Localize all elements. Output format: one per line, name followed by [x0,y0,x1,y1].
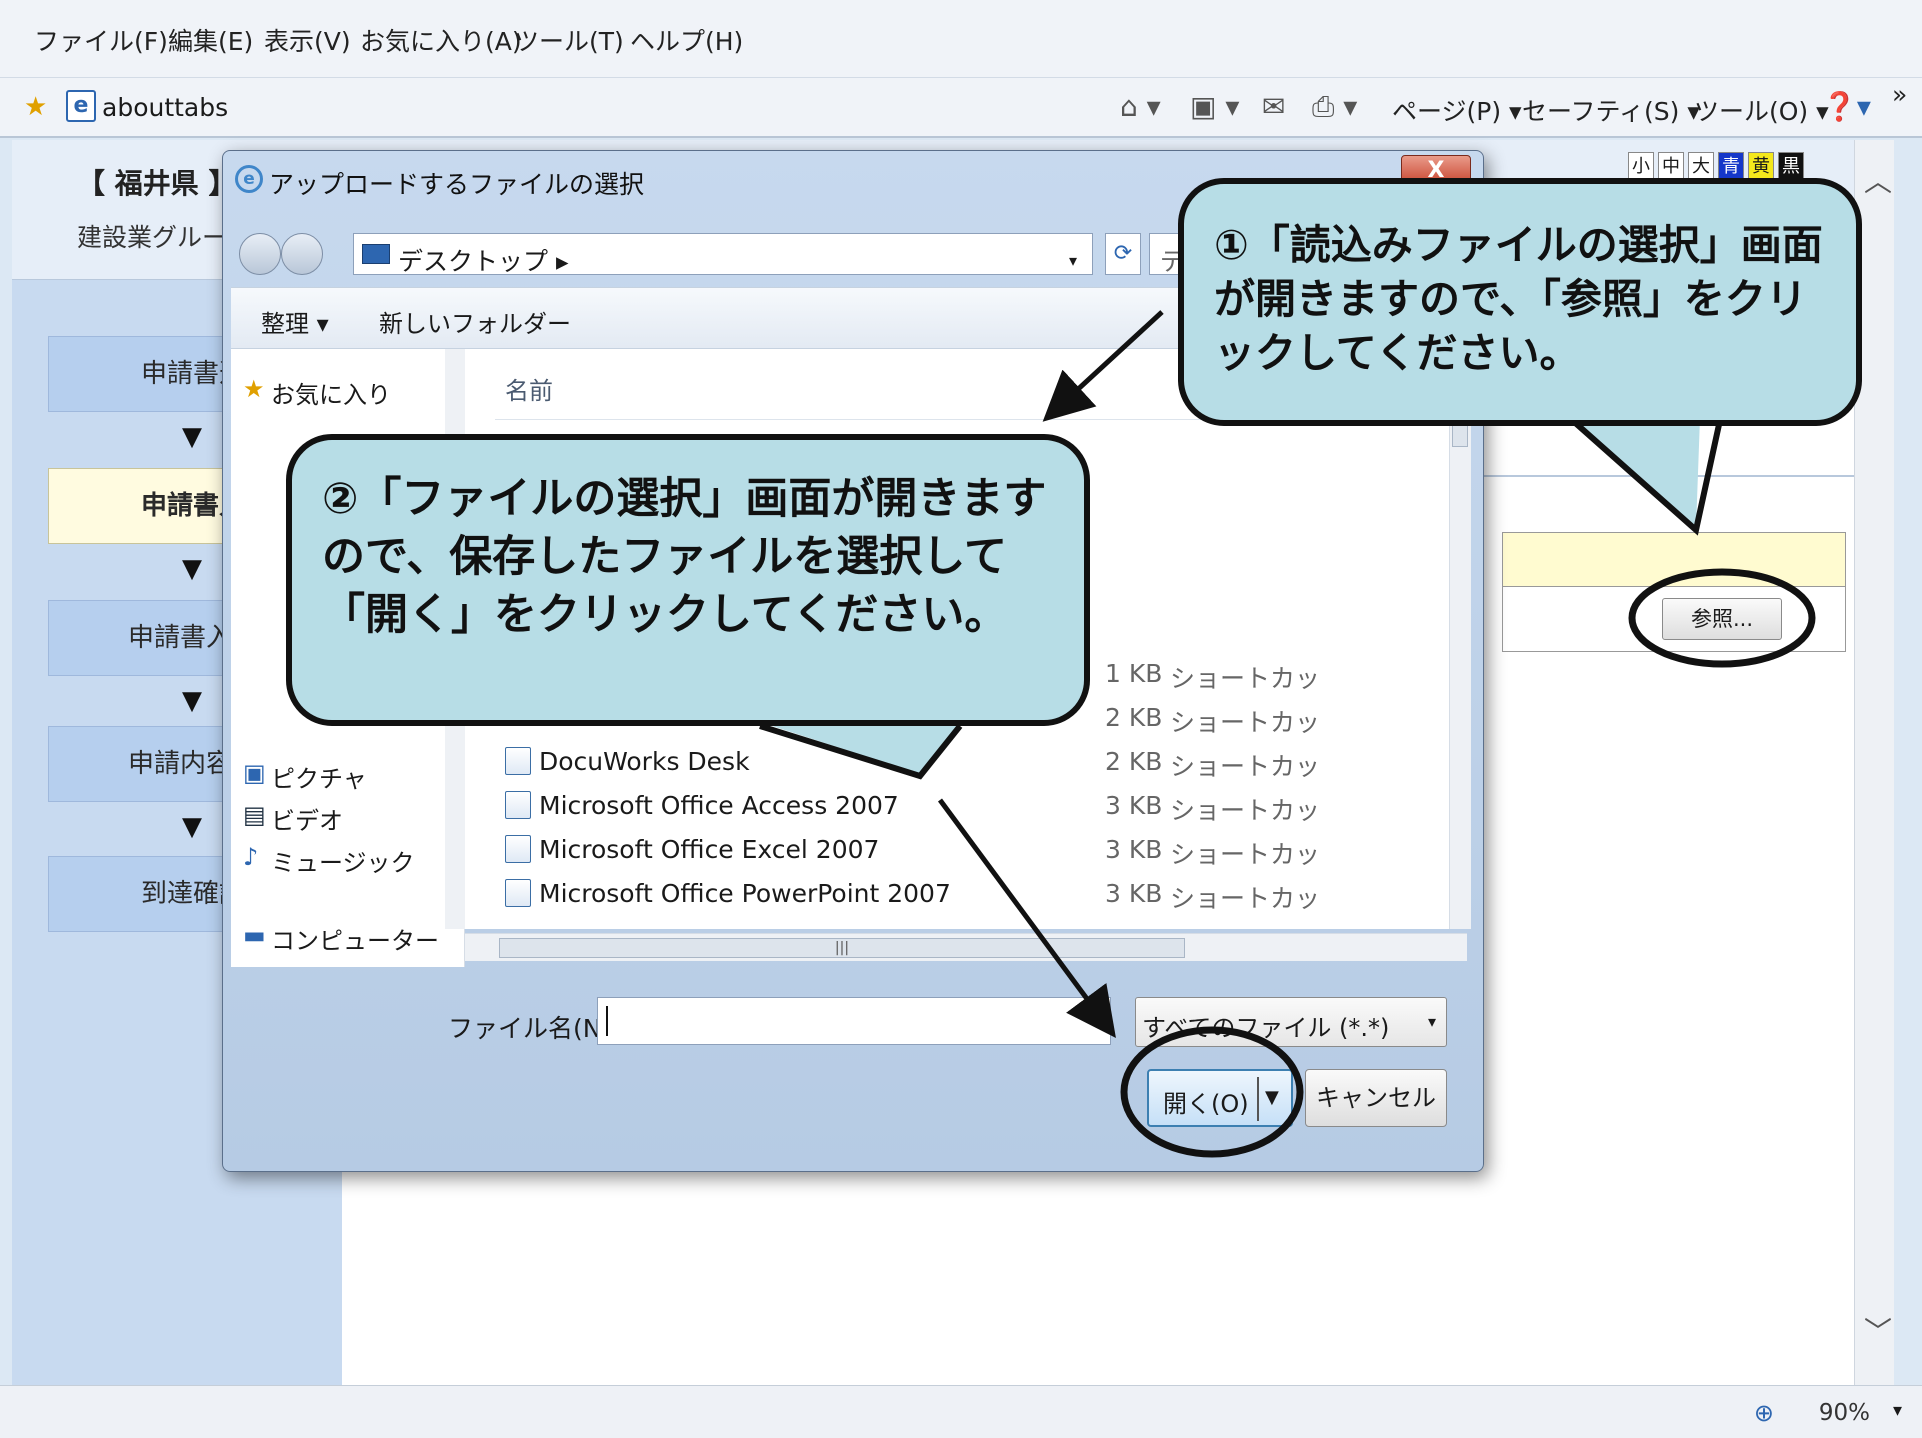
list-item[interactable]: Microsoft Office Excel 2007 3 KB ショートカッ [505,831,1435,871]
nav-music[interactable]: ミュージック [271,843,415,878]
command-bar: ★ e abouttabs ⌂ ▾ ▣ ▾ ✉ ⎙ ▾ ページ(P) ▾ セーフ… [0,78,1922,138]
list-item[interactable] [505,919,1435,929]
favorites-star-icon: ★ [243,375,265,403]
refresh-icon[interactable]: ⟳ [1105,233,1141,275]
menu-file[interactable]: ファイル(F) [34,22,168,58]
text-caret [606,1006,608,1036]
file-size: 2 KB [1105,703,1163,732]
dialog-title: アップロードするファイルの選択 [269,170,645,199]
filename-label: ファイル名(N): [448,1014,620,1043]
list-item[interactable]: Microsoft Office PowerPoint 2007 3 KB ショ… [505,875,1435,915]
menu-view[interactable]: 表示(V) [264,22,351,58]
file-name: Microsoft Office Excel 2007 [539,835,880,864]
file-type: ショートカッ [1170,796,1321,825]
access-shortcut-icon [505,791,531,819]
address-dropdown-icon[interactable]: ▾ [1069,251,1077,270]
ie-page-icon: e [66,90,96,122]
address-text: デスクトップ ▸ [398,247,569,276]
file-type: ショートカッ [1170,840,1321,869]
filename-input[interactable] [597,997,1111,1045]
chevron-down-icon[interactable]: ▼ [1265,1087,1279,1108]
zoom-dropdown-icon[interactable]: ▾ [1893,1400,1902,1421]
new-folder-button[interactable]: 新しいフォルダー [379,304,571,339]
chevron-down-icon: ▾ [1427,1012,1436,1031]
callout-step-1: ①「読込みファイルの選択」画面が開きますので、「参照」をクリックしてください。 [1178,178,1862,426]
nav-pictures[interactable]: ピクチャ [271,759,367,794]
safety-menu[interactable]: セーフティ(S) ▾ [1522,92,1700,128]
menu-bar: ファイル(F) 編集(E) 表示(V) お気に入り(A) ツール(T) ヘルプ(… [0,0,1922,78]
scroll-down-icon[interactable]: ﹀ [1864,1310,1892,1350]
open-button[interactable]: 開く(O) ▼ [1147,1069,1293,1127]
horizontal-scrollbar[interactable]: ||| [465,933,1467,961]
scroll-up-icon[interactable]: ︿ [1864,160,1892,200]
ie-icon: e [235,165,263,193]
nav-computer[interactable]: コンピューター [271,921,439,956]
step-arrow-4: ▼ [182,812,202,842]
open-label: 開く(O) [1163,1090,1249,1118]
menu-tools[interactable]: ツール(T) [514,22,624,58]
shortcut-icon [505,747,531,775]
horizontal-scroll-thumb[interactable]: ||| [499,938,1185,958]
cancel-button[interactable]: キャンセル [1305,1069,1447,1127]
file-size: 3 KB [1105,791,1163,820]
callout-step-2: ②「ファイルの選択」画面が開きますので、保存したファイルを選択して「開く」をクリ… [286,434,1090,726]
zoom-level[interactable]: 90% [1819,1400,1870,1426]
desktop-icon [362,244,390,264]
step-arrow-3: ▼ [182,686,202,716]
file-size: 3 KB [1105,835,1163,864]
back-button[interactable] [239,233,281,275]
nav-favorites[interactable]: お気に入り [271,375,391,410]
help-icon[interactable]: ❓▾ [1822,90,1871,123]
browse-button[interactable]: 参照... [1662,598,1782,640]
file-type: ショートカッ [1170,708,1321,737]
file-type-filter[interactable]: すべてのファイル (*.*) ▾ [1135,997,1447,1047]
address-bar[interactable]: デスクトップ ▸ [353,233,1093,276]
organize-menu[interactable]: 整理 ▾ [261,304,329,339]
feeds-icon[interactable]: ▣ ▾ [1190,90,1239,123]
file-name: DocuWorks Desk [539,747,750,776]
home-icon[interactable]: ⌂ ▾ [1120,90,1161,123]
forward-button[interactable] [281,233,323,275]
list-item[interactable]: DocuWorks Desk 2 KB ショートカッ [505,743,1435,783]
menu-edit[interactable]: 編集(E) [168,22,253,58]
zoom-icon[interactable]: ⊕ [1754,1399,1774,1427]
file-size: 1 KB [1105,659,1163,688]
excel-shortcut-icon [505,835,531,863]
file-name: Microsoft Office PowerPoint 2007 [539,879,951,908]
column-name-header[interactable]: 名前 [505,371,553,406]
file-row-header [1502,532,1846,587]
page-menu[interactable]: ページ(P) ▾ [1392,92,1522,128]
file-type: ショートカッ [1170,664,1321,693]
filter-value: すべてのファイル (*.*) [1142,1014,1390,1042]
step-arrow-1: ▼ [182,422,202,452]
powerpoint-shortcut-icon [505,879,531,907]
list-item[interactable]: Microsoft Office Access 2007 3 KB ショートカッ [505,787,1435,827]
file-size: 3 KB [1105,879,1163,908]
split-divider [1257,1077,1259,1121]
status-bar: ⊕ 90% ▾ [0,1385,1922,1438]
file-type: ショートカッ [1170,752,1321,781]
overflow-chevron-icon[interactable]: » [1892,80,1907,109]
tab-title[interactable]: abouttabs [102,93,228,122]
filename-dropdown-icon[interactable]: ▾ [1093,1013,1101,1032]
favorites-star-icon[interactable]: ★ [24,92,47,122]
mail-icon[interactable]: ✉ [1262,90,1285,123]
videos-icon: ▤ [243,801,266,829]
nav-videos[interactable]: ビデオ [271,801,343,836]
pictures-icon: ▣ [243,759,266,787]
tools-menu[interactable]: ツール(O) ▾ [1694,92,1829,128]
computer-icon: ▬ [243,921,266,949]
menu-help[interactable]: ヘルプ(H) [630,22,743,58]
group-label: 建設業グルー [77,223,228,252]
file-type: ショートカッ [1170,884,1321,913]
prefecture-label: 【 福井県 】 [77,167,237,200]
step-arrow-2: ▼ [182,554,202,584]
file-list-scrollbar[interactable] [1449,351,1471,929]
music-icon: ♪ [243,843,259,871]
file-size: 2 KB [1105,747,1163,776]
file-name: Microsoft Office Access 2007 [539,791,899,820]
menu-favorites[interactable]: お気に入り(A) [360,22,522,58]
print-icon[interactable]: ⎙ ▾ [1312,90,1357,124]
